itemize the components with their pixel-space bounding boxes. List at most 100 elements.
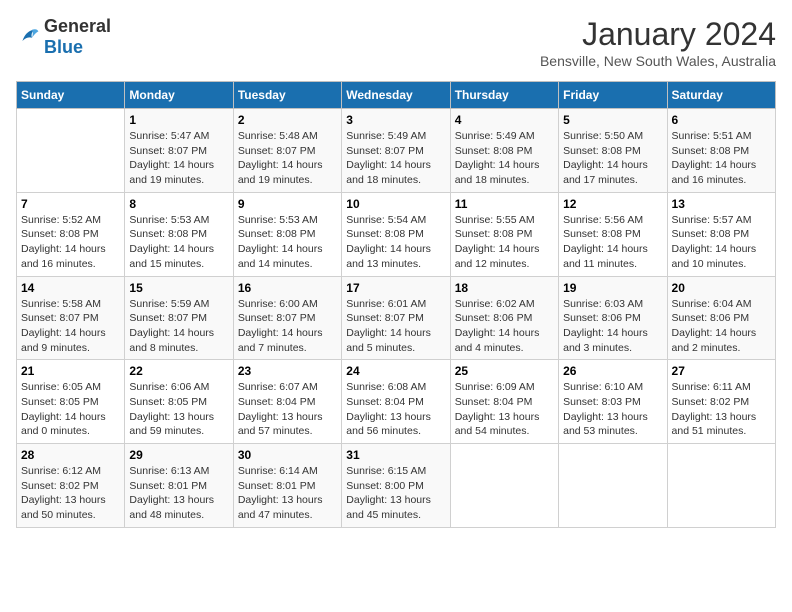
location-subtitle: Bensville, New South Wales, Australia [540,53,776,69]
day-number: 15 [129,281,228,295]
calendar-cell: 5 Sunrise: 5:50 AM Sunset: 8:08 PM Daylig… [559,109,667,193]
calendar-cell: 28 Sunrise: 6:12 AM Sunset: 8:02 PM Dayli… [17,444,125,528]
day-info: Sunrise: 6:02 AM Sunset: 8:06 PM Dayligh… [455,297,554,356]
day-info: Sunrise: 5:55 AM Sunset: 8:08 PM Dayligh… [455,213,554,272]
title-block: January 2024 Bensville, New South Wales,… [540,16,776,69]
header-thursday: Thursday [450,82,558,109]
day-info: Sunrise: 6:01 AM Sunset: 8:07 PM Dayligh… [346,297,445,356]
day-info: Sunrise: 5:50 AM Sunset: 8:08 PM Dayligh… [563,129,662,188]
header-tuesday: Tuesday [233,82,341,109]
day-info: Sunrise: 6:08 AM Sunset: 8:04 PM Dayligh… [346,380,445,439]
day-info: Sunrise: 6:06 AM Sunset: 8:05 PM Dayligh… [129,380,228,439]
calendar-cell [559,444,667,528]
day-number: 7 [21,197,120,211]
day-info: Sunrise: 6:15 AM Sunset: 8:00 PM Dayligh… [346,464,445,523]
day-number: 1 [129,113,228,127]
day-number: 14 [21,281,120,295]
day-number: 16 [238,281,337,295]
day-info: Sunrise: 5:59 AM Sunset: 8:07 PM Dayligh… [129,297,228,356]
day-info: Sunrise: 5:52 AM Sunset: 8:08 PM Dayligh… [21,213,120,272]
calendar-cell: 8 Sunrise: 5:53 AM Sunset: 8:08 PM Daylig… [125,192,233,276]
day-info: Sunrise: 5:51 AM Sunset: 8:08 PM Dayligh… [672,129,771,188]
day-info: Sunrise: 5:48 AM Sunset: 8:07 PM Dayligh… [238,129,337,188]
day-number: 28 [21,448,120,462]
day-info: Sunrise: 6:03 AM Sunset: 8:06 PM Dayligh… [563,297,662,356]
day-number: 27 [672,364,771,378]
calendar-cell: 9 Sunrise: 5:53 AM Sunset: 8:08 PM Daylig… [233,192,341,276]
day-info: Sunrise: 5:49 AM Sunset: 8:08 PM Dayligh… [455,129,554,188]
calendar-cell: 29Sunrise: 6:13 AM Sunset: 8:01 PM Dayli… [125,444,233,528]
logo-icon [16,25,40,49]
day-number: 31 [346,448,445,462]
calendar-header-row: SundayMondayTuesdayWednesdayThursdayFrid… [17,82,776,109]
header-friday: Friday [559,82,667,109]
day-number: 8 [129,197,228,211]
calendar-cell: 17 Sunrise: 6:01 AM Sunset: 8:07 PM Dayli… [342,276,450,360]
page-header: General Blue January 2024 Bensville, New… [16,16,776,69]
calendar-cell: 26 Sunrise: 6:10 AM Sunset: 8:03 PM Dayli… [559,360,667,444]
calendar-cell: 12Sunrise: 5:56 AM Sunset: 8:08 PM Dayli… [559,192,667,276]
day-info: Sunrise: 6:09 AM Sunset: 8:04 PM Dayligh… [455,380,554,439]
day-number: 4 [455,113,554,127]
day-number: 3 [346,113,445,127]
day-number: 29 [129,448,228,462]
header-wednesday: Wednesday [342,82,450,109]
calendar-cell: 15 Sunrise: 5:59 AM Sunset: 8:07 PM Dayli… [125,276,233,360]
calendar-cell: 20Sunrise: 6:04 AM Sunset: 8:06 PM Dayli… [667,276,775,360]
day-info: Sunrise: 5:58 AM Sunset: 8:07 PM Dayligh… [21,297,120,356]
day-info: Sunrise: 6:00 AM Sunset: 8:07 PM Dayligh… [238,297,337,356]
header-sunday: Sunday [17,82,125,109]
logo-general: General [44,16,111,36]
day-info: Sunrise: 6:14 AM Sunset: 8:01 PM Dayligh… [238,464,337,523]
day-number: 30 [238,448,337,462]
calendar-cell: 3Sunrise: 5:49 AM Sunset: 8:07 PM Daylig… [342,109,450,193]
calendar-cell [667,444,775,528]
day-info: Sunrise: 5:54 AM Sunset: 8:08 PM Dayligh… [346,213,445,272]
calendar-week-row: 28 Sunrise: 6:12 AM Sunset: 8:02 PM Dayli… [17,444,776,528]
day-info: Sunrise: 6:07 AM Sunset: 8:04 PM Dayligh… [238,380,337,439]
calendar-week-row: 7 Sunrise: 5:52 AM Sunset: 8:08 PM Daylig… [17,192,776,276]
day-number: 22 [129,364,228,378]
logo-blue: Blue [44,37,83,57]
calendar-cell: 22 Sunrise: 6:06 AM Sunset: 8:05 PM Dayli… [125,360,233,444]
day-info: Sunrise: 5:53 AM Sunset: 8:08 PM Dayligh… [129,213,228,272]
calendar-cell: 23 Sunrise: 6:07 AM Sunset: 8:04 PM Dayli… [233,360,341,444]
day-info: Sunrise: 5:56 AM Sunset: 8:08 PM Dayligh… [563,213,662,272]
day-number: 25 [455,364,554,378]
calendar-table: SundayMondayTuesdayWednesdayThursdayFrid… [16,81,776,528]
day-info: Sunrise: 6:10 AM Sunset: 8:03 PM Dayligh… [563,380,662,439]
calendar-cell: 21 Sunrise: 6:05 AM Sunset: 8:05 PM Dayli… [17,360,125,444]
day-number: 5 [563,113,662,127]
day-info: Sunrise: 6:05 AM Sunset: 8:05 PM Dayligh… [21,380,120,439]
calendar-cell [450,444,558,528]
calendar-cell [17,109,125,193]
calendar-cell: 6Sunrise: 5:51 AM Sunset: 8:08 PM Daylig… [667,109,775,193]
day-number: 23 [238,364,337,378]
header-saturday: Saturday [667,82,775,109]
calendar-cell: 16 Sunrise: 6:00 AM Sunset: 8:07 PM Dayli… [233,276,341,360]
day-number: 9 [238,197,337,211]
day-info: Sunrise: 6:12 AM Sunset: 8:02 PM Dayligh… [21,464,120,523]
day-number: 10 [346,197,445,211]
calendar-cell: 13Sunrise: 5:57 AM Sunset: 8:08 PM Dayli… [667,192,775,276]
calendar-cell: 25 Sunrise: 6:09 AM Sunset: 8:04 PM Dayli… [450,360,558,444]
day-number: 11 [455,197,554,211]
day-number: 18 [455,281,554,295]
day-number: 17 [346,281,445,295]
calendar-week-row: 1Sunrise: 5:47 AM Sunset: 8:07 PM Daylig… [17,109,776,193]
day-info: Sunrise: 6:11 AM Sunset: 8:02 PM Dayligh… [672,380,771,439]
calendar-cell: 11 Sunrise: 5:55 AM Sunset: 8:08 PM Dayli… [450,192,558,276]
calendar-week-row: 21 Sunrise: 6:05 AM Sunset: 8:05 PM Dayli… [17,360,776,444]
calendar-cell: 18 Sunrise: 6:02 AM Sunset: 8:06 PM Dayli… [450,276,558,360]
calendar-cell: 27 Sunrise: 6:11 AM Sunset: 8:02 PM Dayli… [667,360,775,444]
day-number: 21 [21,364,120,378]
calendar-cell: 10 Sunrise: 5:54 AM Sunset: 8:08 PM Dayli… [342,192,450,276]
calendar-cell: 4 Sunrise: 5:49 AM Sunset: 8:08 PM Daylig… [450,109,558,193]
day-number: 13 [672,197,771,211]
day-number: 26 [563,364,662,378]
day-info: Sunrise: 6:04 AM Sunset: 8:06 PM Dayligh… [672,297,771,356]
day-number: 2 [238,113,337,127]
month-year-title: January 2024 [540,16,776,53]
calendar-cell: 7 Sunrise: 5:52 AM Sunset: 8:08 PM Daylig… [17,192,125,276]
day-info: Sunrise: 5:53 AM Sunset: 8:08 PM Dayligh… [238,213,337,272]
